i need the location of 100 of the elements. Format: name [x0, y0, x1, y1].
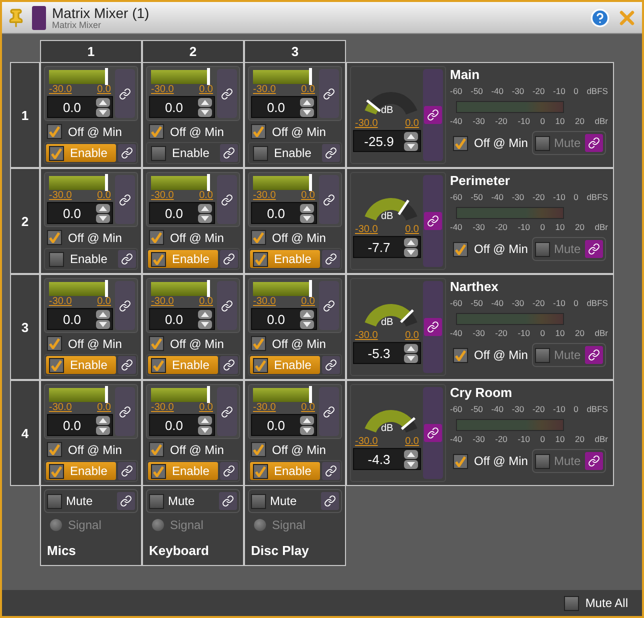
max-link[interactable]: 0.0: [199, 296, 213, 308]
checkbox[interactable]: [47, 494, 62, 508]
fader-thumb[interactable]: [309, 280, 312, 297]
gain-field[interactable]: 0.0: [251, 308, 317, 330]
min-link[interactable]: -30.0: [355, 118, 378, 130]
increment-button[interactable]: [198, 310, 212, 318]
link-button[interactable]: [424, 424, 442, 442]
enable-toggle[interactable]: Enable: [250, 462, 320, 480]
link-button[interactable]: [322, 356, 340, 374]
fader-thumb[interactable]: [207, 386, 210, 403]
checkbox[interactable]: [149, 336, 164, 351]
checkbox[interactable]: [49, 464, 64, 478]
fader-thumb[interactable]: [207, 68, 210, 85]
checkbox[interactable]: [151, 146, 166, 160]
link-button[interactable]: [322, 144, 340, 162]
enable-toggle[interactable]: Enable: [148, 144, 218, 162]
max-link[interactable]: 0.0: [405, 118, 419, 130]
min-link[interactable]: -30.0: [355, 330, 378, 342]
link-button[interactable]: [220, 250, 238, 268]
fader-thumb[interactable]: [207, 174, 210, 191]
checkbox[interactable]: [47, 230, 62, 245]
gain-field[interactable]: 0.0: [149, 414, 215, 436]
min-link[interactable]: -30.0: [151, 296, 174, 308]
min-link[interactable]: -30.0: [253, 402, 276, 414]
increment-button[interactable]: [300, 204, 314, 212]
checkbox[interactable]: [251, 230, 266, 245]
link-button[interactable]: [584, 134, 603, 152]
fader-track[interactable]: [49, 70, 107, 84]
link-button[interactable]: [424, 212, 442, 230]
fader-track[interactable]: [253, 70, 311, 84]
checkbox[interactable]: [564, 596, 580, 610]
link-button[interactable]: [584, 452, 603, 470]
gain-field[interactable]: 0.0: [149, 96, 215, 118]
increment-button[interactable]: [96, 310, 110, 318]
link-button[interactable]: [322, 462, 340, 480]
decrement-button[interactable]: [404, 354, 418, 362]
fader-track[interactable]: [151, 388, 209, 402]
increment-button[interactable]: [300, 98, 314, 106]
gain-field[interactable]: 0.0: [47, 202, 113, 224]
link-button[interactable]: [321, 492, 339, 510]
increment-button[interactable]: [96, 98, 110, 106]
max-link[interactable]: 0.0: [405, 224, 419, 236]
fader-thumb[interactable]: [105, 174, 108, 191]
checkbox[interactable]: [49, 358, 64, 372]
link-button[interactable]: [584, 240, 603, 258]
fader-thumb[interactable]: [309, 68, 312, 85]
enable-toggle[interactable]: Enable: [46, 144, 116, 162]
checkbox[interactable]: [253, 252, 268, 266]
increment-button[interactable]: [300, 416, 314, 424]
link-button[interactable]: [118, 144, 136, 162]
min-link[interactable]: -30.0: [355, 436, 378, 448]
enable-toggle[interactable]: Enable: [46, 250, 116, 268]
checkbox[interactable]: [253, 146, 268, 160]
max-link[interactable]: 0.0: [301, 84, 315, 96]
max-link[interactable]: 0.0: [405, 436, 419, 448]
checkbox[interactable]: [253, 358, 268, 372]
fader-track[interactable]: [49, 176, 107, 190]
enable-toggle[interactable]: Enable: [250, 356, 320, 374]
min-link[interactable]: -30.0: [49, 84, 72, 96]
min-link[interactable]: -30.0: [151, 190, 174, 202]
link-button[interactable]: [118, 462, 136, 480]
fader-track[interactable]: [151, 282, 209, 296]
decrement-button[interactable]: [300, 214, 314, 222]
gain-field[interactable]: 0.0: [251, 202, 317, 224]
decrement-button[interactable]: [300, 426, 314, 434]
max-link[interactable]: 0.0: [405, 330, 419, 342]
max-link[interactable]: 0.0: [301, 402, 315, 414]
link-button[interactable]: [219, 492, 237, 510]
min-link[interactable]: -30.0: [253, 190, 276, 202]
decrement-button[interactable]: [198, 108, 212, 116]
max-link[interactable]: 0.0: [199, 84, 213, 96]
decrement-button[interactable]: [404, 248, 418, 256]
fader-thumb[interactable]: [105, 386, 108, 403]
enable-toggle[interactable]: Enable: [148, 356, 218, 374]
checkbox[interactable]: [534, 454, 550, 468]
gain-field[interactable]: 0.0: [251, 96, 317, 118]
fader-thumb[interactable]: [105, 280, 108, 297]
fader-track[interactable]: [49, 388, 107, 402]
checkbox[interactable]: [47, 124, 62, 139]
link-button[interactable]: [584, 346, 603, 364]
gain-field[interactable]: -7.7: [353, 236, 421, 258]
increment-button[interactable]: [96, 204, 110, 212]
checkbox[interactable]: [453, 454, 468, 468]
max-link[interactable]: 0.0: [97, 402, 111, 414]
link-button[interactable]: [424, 318, 442, 336]
min-link[interactable]: -30.0: [49, 296, 72, 308]
decrement-button[interactable]: [96, 320, 110, 328]
checkbox[interactable]: [49, 146, 64, 160]
increment-button[interactable]: [198, 416, 212, 424]
decrement-button[interactable]: [96, 214, 110, 222]
max-link[interactable]: 0.0: [199, 402, 213, 414]
increment-button[interactable]: [404, 450, 418, 458]
gain-field[interactable]: -5.3: [353, 342, 421, 364]
increment-button[interactable]: [300, 310, 314, 318]
enable-toggle[interactable]: Enable: [250, 144, 320, 162]
increment-button[interactable]: [96, 416, 110, 424]
min-link[interactable]: -30.0: [151, 84, 174, 96]
link-button[interactable]: [118, 356, 136, 374]
checkbox[interactable]: [253, 464, 268, 478]
gain-field[interactable]: 0.0: [47, 308, 113, 330]
